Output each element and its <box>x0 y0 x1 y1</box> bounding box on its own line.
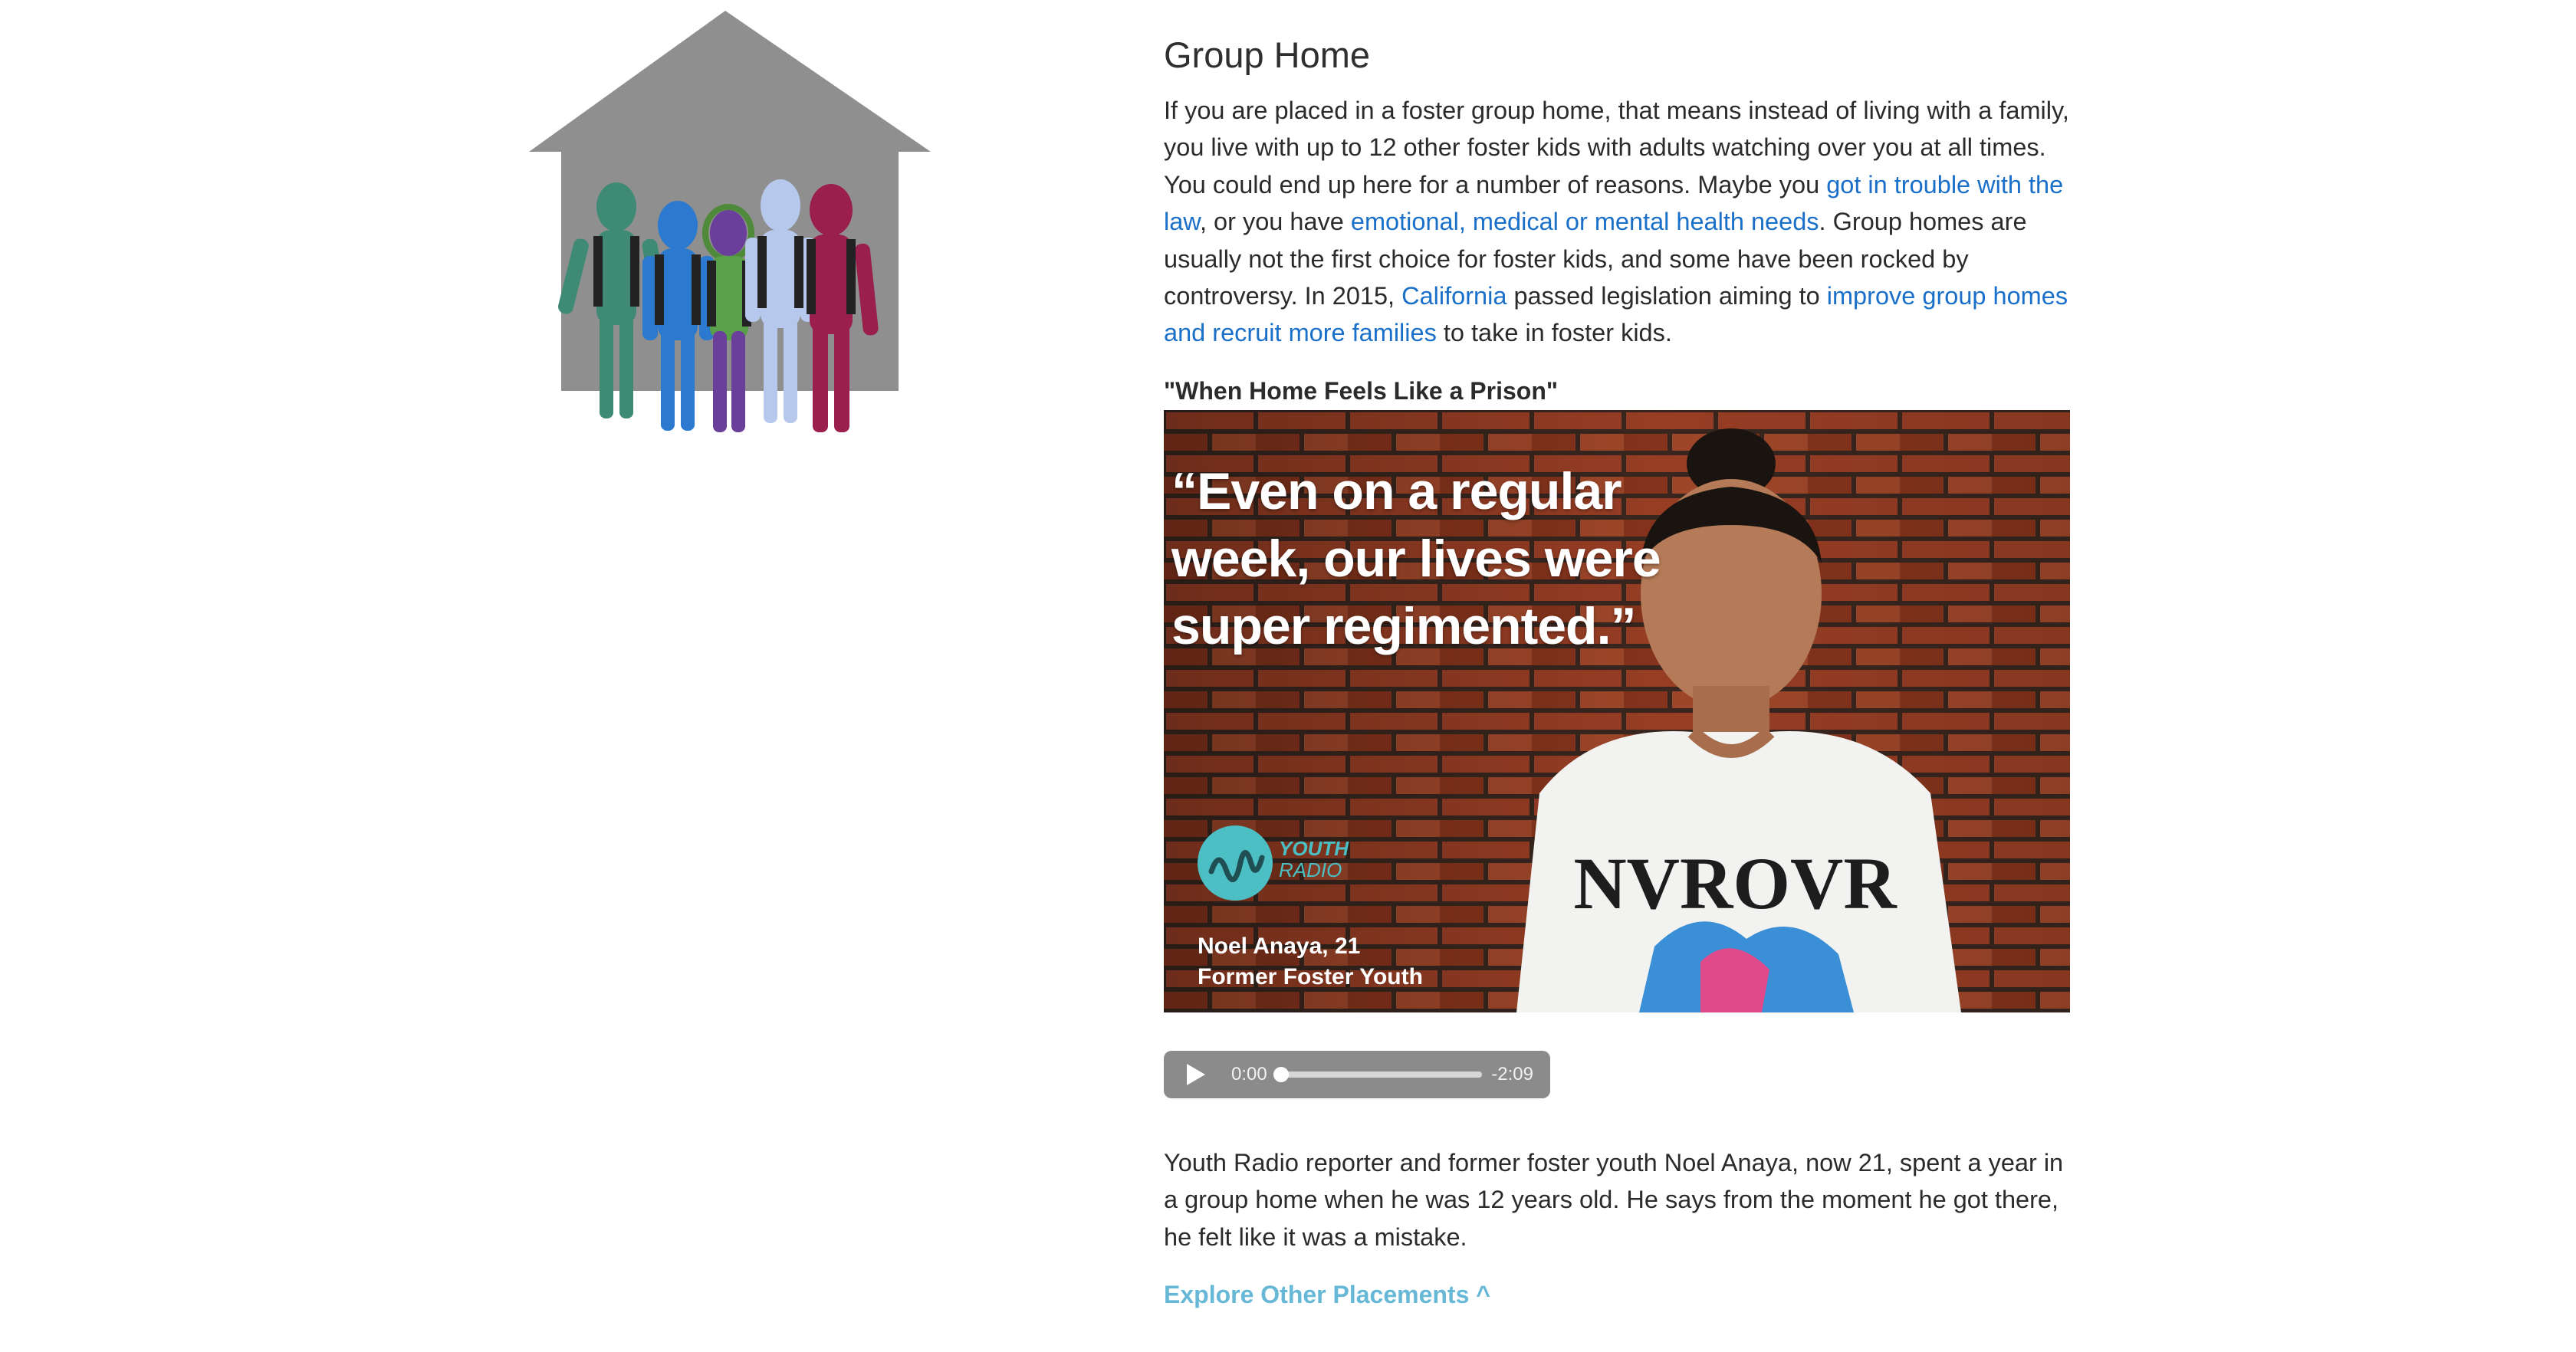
story-heading: "When Home Feels Like a Prison" <box>1164 376 1559 405</box>
quote-text: “Even on a regular week, our lives were … <box>1171 458 1670 660</box>
quote-line: week, our lives were <box>1171 529 1661 588</box>
explore-other-placements-link[interactable]: Explore Other Placements ^ <box>1164 1277 1490 1312</box>
audio-scrubber-knob[interactable] <box>1273 1066 1289 1082</box>
credit-name: Noel Anaya, 21 <box>1198 933 1361 959</box>
health-needs-link[interactable]: emotional, medical or mental health need… <box>1351 208 1819 235</box>
audio-scrubber[interactable] <box>1273 1066 1483 1082</box>
logo-line: YOUTH <box>1279 836 1349 860</box>
quote-line: super regimented.” <box>1171 596 1637 655</box>
section-title: Group Home <box>1164 34 1371 75</box>
story-summary: Youth Radio reporter and former foster y… <box>1164 1148 2064 1251</box>
quote-image: NVROVR “Even on a regular week, our live… <box>1164 409 2070 1012</box>
house-with-kids-image <box>529 11 931 432</box>
youth-radio-logo-icon <box>1198 825 1273 901</box>
audio-remaining-time: -2:09 <box>1491 1063 1533 1085</box>
intro-text: , or you have <box>1199 208 1351 236</box>
intro-text: to take in foster kids. <box>1436 319 1672 347</box>
shirt-print: NVROVR <box>1573 842 1898 924</box>
quote-line: “Even on a regular <box>1171 461 1622 520</box>
audio-player: 0:00 -2:09 <box>1164 1050 1550 1098</box>
audio-current-time: 0:00 <box>1231 1063 1267 1085</box>
intro-text: passed legislation aiming to <box>1506 282 1827 310</box>
photo-credit: Noel Anaya, 21 Former Foster Youth <box>1198 931 1423 993</box>
group-home-illustration <box>526 9 931 448</box>
credit-role: Former Foster Youth <box>1198 963 1423 989</box>
placement-article: Group Home If you are placed in a foster… <box>1164 28 2076 1312</box>
youth-radio-logo-text: YOUTH RADIO <box>1279 838 1371 881</box>
play-icon[interactable] <box>1187 1063 1205 1085</box>
page: Group Home If you are placed in a foster… <box>0 0 2576 1352</box>
california-link[interactable]: California <box>1401 282 1506 310</box>
logo-line: RADIO <box>1279 858 1342 881</box>
intro-paragraph: If you are placed in a foster group home… <box>1164 92 2076 352</box>
